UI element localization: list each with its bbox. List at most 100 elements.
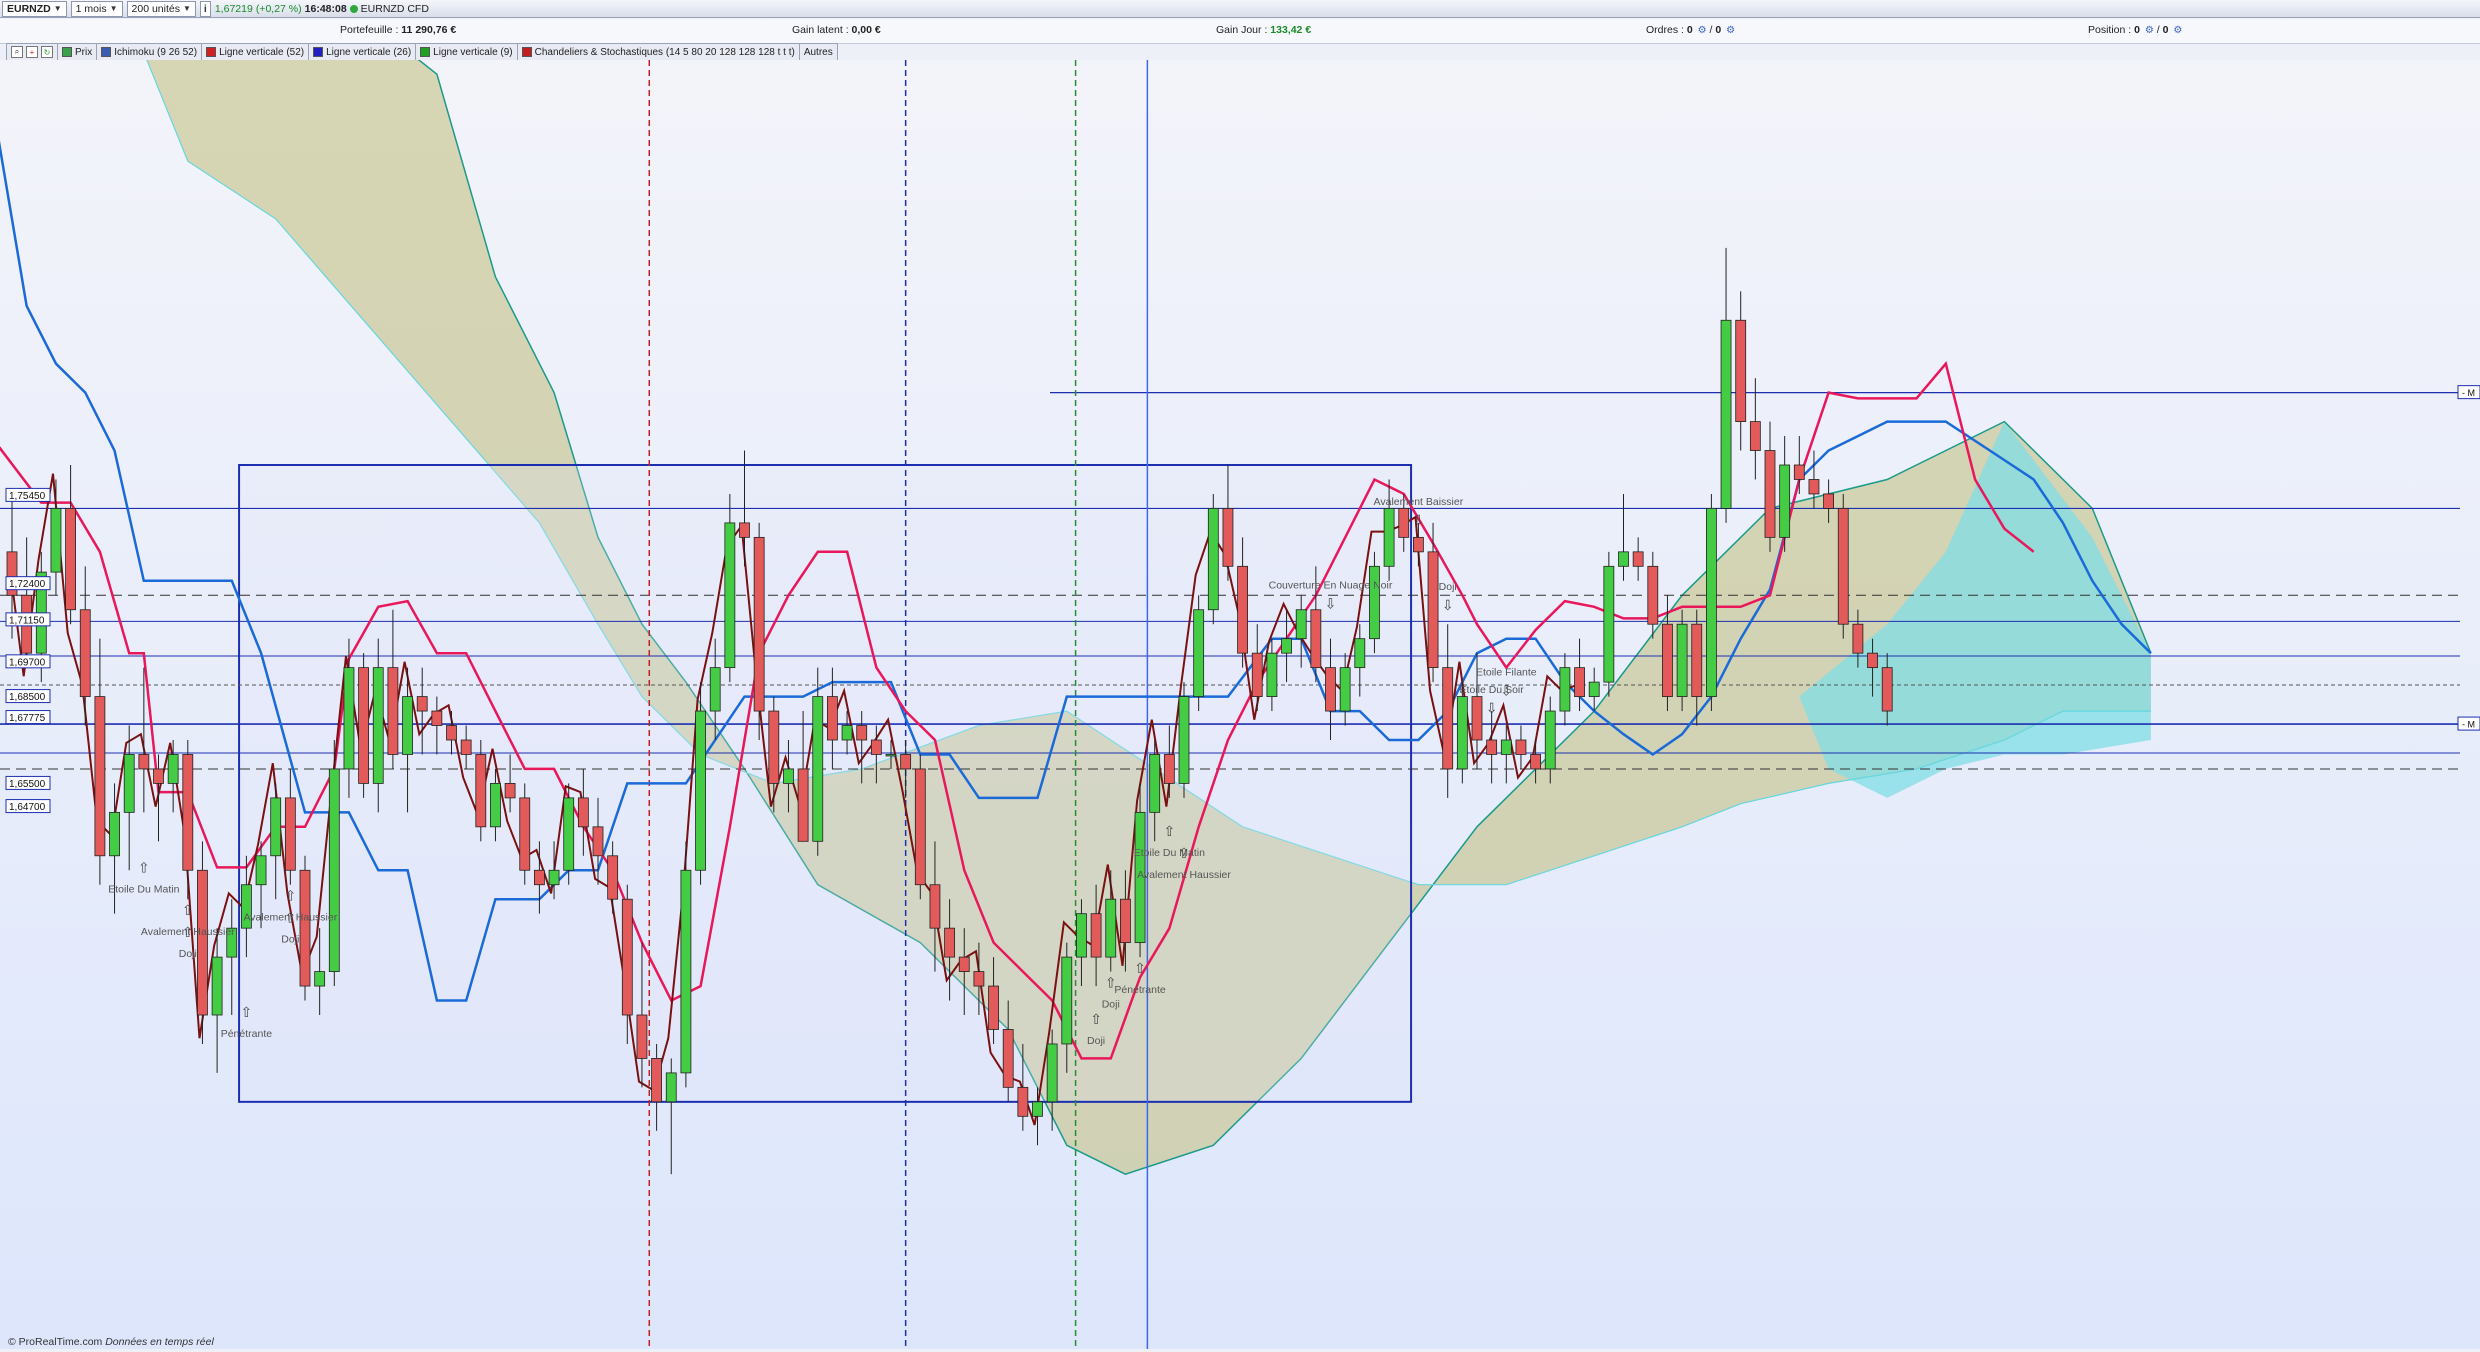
bearish-candle <box>1837 508 1849 625</box>
refresh-icon[interactable]: ↻ <box>41 46 53 58</box>
bearish-candle <box>827 696 838 741</box>
rectangle-shape <box>238 464 1413 1103</box>
legend-item-prix[interactable]: Prix <box>58 44 98 60</box>
down-arrow-icon: ⇩ <box>1413 512 1425 528</box>
pattern-label: Pénétrante <box>1114 984 1166 996</box>
bearish-candle <box>1647 565 1659 625</box>
gear-icon[interactable]: ⚙ <box>2173 25 2182 36</box>
legend-item-vline-52[interactable]: Ligne verticale (52) <box>202 44 310 60</box>
bullish-candle <box>1369 565 1380 640</box>
bullish-candle <box>1339 667 1351 712</box>
bearish-candle <box>1662 623 1673 697</box>
bearish-candle <box>138 754 150 770</box>
up-arrow-icon: ⇧ <box>284 888 296 904</box>
bearish-candle <box>1515 739 1527 755</box>
bullish-candle <box>1706 508 1717 697</box>
up-arrow-icon: ⇧ <box>241 1004 253 1020</box>
bearish-candle <box>797 768 809 842</box>
right-marker-label: - M <box>2462 388 2475 398</box>
pattern-label: Couverture En Nuage Noir <box>1269 580 1393 592</box>
chevron-down-icon: ▼ <box>183 3 191 13</box>
bearish-candle <box>607 855 619 900</box>
bullish-candle <box>1061 956 1073 1045</box>
bearish-candle <box>197 869 208 1016</box>
legend-item-candles-stoch[interactable]: Chandeliers & Stochastiques (14 5 80 20 … <box>518 44 800 60</box>
selection-rectangle <box>238 464 1413 1103</box>
down-arrow-icon: ⇩ <box>1442 597 1454 613</box>
portfolio-value: 11 290,76 € <box>401 24 457 36</box>
bullish-candle <box>709 667 721 712</box>
legend-swatch <box>521 47 532 57</box>
bullish-candle <box>1076 913 1087 958</box>
bullish-candle <box>109 811 120 857</box>
bearish-candle <box>1632 551 1644 567</box>
chart-svg[interactable]: ⇧Avalement Haussier⇧Doji⇧Etoile Du Matin… <box>0 0 2480 1349</box>
zoom-icon[interactable]: ⌕ <box>11 46 23 58</box>
bearish-candle <box>94 696 106 857</box>
bearish-candle <box>1530 754 1541 770</box>
gear-icon[interactable]: ⚙ <box>1726 25 1735 36</box>
legend-label: Autres <box>803 46 833 58</box>
bearish-candle <box>1120 898 1131 944</box>
bullish-candle <box>665 1072 677 1103</box>
legend-swatch <box>313 47 324 57</box>
bearish-candle <box>387 667 399 755</box>
info-button[interactable]: i <box>199 0 211 17</box>
legend-item-vline-26[interactable]: Ligne verticale (26) <box>309 44 417 60</box>
orders-value: 0 <box>1686 24 1693 36</box>
bearish-candle <box>431 710 443 726</box>
bullish-candle <box>1295 609 1307 640</box>
add-icon[interactable]: + <box>26 46 38 58</box>
indicator-legend: ⌕ + ↻ Prix Ichimoku (9 26 52) Ligne vert… <box>6 43 838 61</box>
bearish-candle <box>739 522 750 538</box>
down-arrow-icon: ⇩ <box>1486 700 1498 716</box>
bullish-candle <box>1559 667 1571 712</box>
orders-info: Ordres : 0 ⚙ / 0 ⚙ <box>1646 24 1736 36</box>
symbol-selector[interactable]: EURNZD ▼ <box>2 0 67 17</box>
pattern-label: Avalement Baissier <box>1374 496 1464 508</box>
bearish-candle <box>1749 421 1761 451</box>
bearish-candle <box>1735 319 1747 422</box>
orders-value-secondary: 0 <box>1715 24 1722 36</box>
bearish-candle <box>988 985 999 1030</box>
legend-item-vline-9[interactable]: Ligne verticale (9) <box>416 44 518 60</box>
bullish-candle <box>1193 609 1205 697</box>
bullish-candle <box>402 696 413 755</box>
gear-icon[interactable]: ⚙ <box>2145 25 2154 36</box>
bullish-candle <box>1720 319 1732 509</box>
bearish-candle <box>1163 754 1175 784</box>
bearish-candle <box>182 754 194 871</box>
bearish-candle <box>1471 696 1483 741</box>
bearish-candle <box>79 609 91 697</box>
bullish-candle <box>1178 696 1190 784</box>
latent-gain-info: Gain latent : 0,00 € <box>792 24 881 36</box>
bullish-candle <box>1354 638 1366 669</box>
bearish-candle <box>460 739 472 755</box>
bullish-candle <box>695 710 706 871</box>
units-selector[interactable]: 200 unités ▼ <box>126 0 196 17</box>
bullish-candle <box>885 754 897 757</box>
price-chart[interactable]: ⇧ Avalement Haussier ⇧ Doji ⇧ Etoile Du Matin… <box>0 0 2480 1349</box>
timeframe-selector[interactable]: 1 mois ▼ <box>70 0 123 17</box>
legend-item-autres[interactable]: Autres <box>800 44 837 60</box>
bearish-candle <box>900 754 912 770</box>
price-label: 1,68500 <box>9 692 46 703</box>
pattern-label: Pénétrante <box>221 1028 273 1040</box>
bearish-candle <box>651 1058 662 1103</box>
legend-item-ichimoku[interactable]: Ichimoku (9 26 52) <box>97 44 203 60</box>
day-gain-info: Gain Jour : 133,42 € <box>1216 24 1311 36</box>
chevron-down-icon: ▼ <box>53 3 62 13</box>
bullish-candle <box>50 508 62 573</box>
footer-note: Données en temps réel <box>105 1336 214 1348</box>
gear-icon[interactable]: ⚙ <box>1698 25 1707 36</box>
bullish-candle <box>548 869 560 886</box>
pattern-label: Etoile Du Soir <box>1460 684 1525 696</box>
bearish-candle <box>577 797 589 828</box>
up-arrow-icon: ⇧ <box>1163 823 1175 839</box>
bearish-candle <box>358 667 370 784</box>
legend-label: Ligne verticale (9) <box>433 46 513 58</box>
instrument-name: EURNZD CFD <box>360 2 429 15</box>
bearish-candle <box>1574 667 1585 697</box>
bearish-candle <box>944 927 955 958</box>
last-price: 1,67219 <box>214 2 253 15</box>
